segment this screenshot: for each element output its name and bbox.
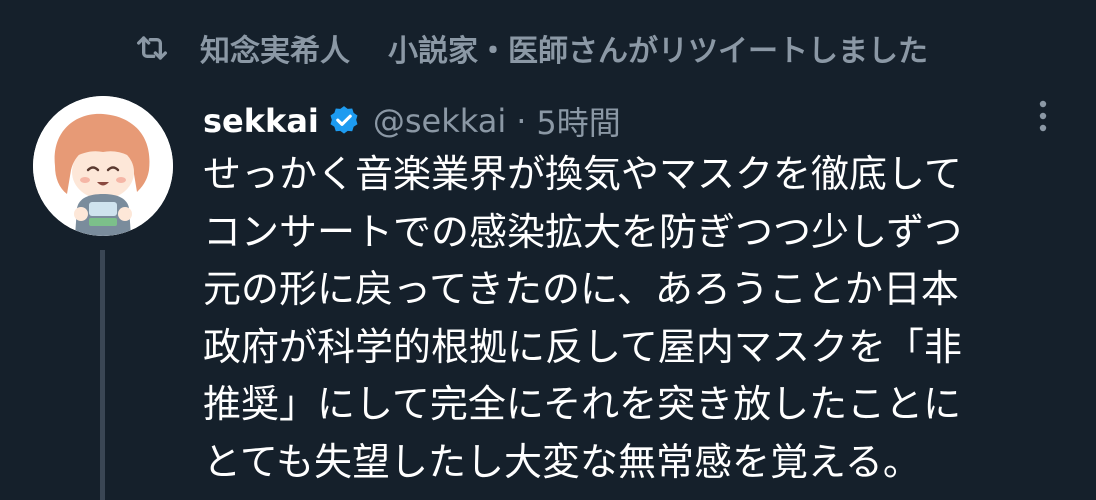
avatar[interactable] xyxy=(33,96,173,236)
more-vertical-icon[interactable] xyxy=(1030,96,1056,136)
tweet-timestamp[interactable]: 5時間 xyxy=(536,98,620,144)
thread-line xyxy=(100,250,105,500)
tweet-text-line: 政府が科学的根拠に反して屋内マスクを「非 xyxy=(203,324,962,369)
tweet-text-line: とても失望したし大変な無常感を覚える。 xyxy=(203,439,921,484)
verified-badge-icon xyxy=(327,104,361,138)
author-handle[interactable]: @sekkai xyxy=(373,102,506,140)
tweet-text-line: 元の形に戻ってきたのに、あろうことか日本 xyxy=(203,267,959,311)
retweet-suffix: 小説家・医師さんがリツイートしました xyxy=(388,34,928,69)
tweet-header: sekkai @sekkai · 5時間 xyxy=(203,100,621,142)
tweet-text-line: せっかく音楽業界が換気やマスクを徹底して xyxy=(203,152,962,196)
retweeter-name[interactable]: 知念実希人 xyxy=(200,26,350,70)
tweet-text-line: 推奨」にして完全にそれを突き放したことに xyxy=(203,382,962,426)
author-display-name[interactable]: sekkai xyxy=(203,102,319,140)
header-separator: · xyxy=(516,102,527,140)
tweet-text: せっかく音楽業界が換気やマスクを徹底して コンサートでの感染拡大を防ぎつつ少しず… xyxy=(203,146,1073,491)
tweet-text-line: コンサートでの感染拡大を防ぎつつ少しずつ xyxy=(203,209,963,254)
retweet-context[interactable]: 知念実希人 小説家・医師さんがリツイートしました xyxy=(132,26,928,70)
retweet-icon xyxy=(132,28,172,68)
